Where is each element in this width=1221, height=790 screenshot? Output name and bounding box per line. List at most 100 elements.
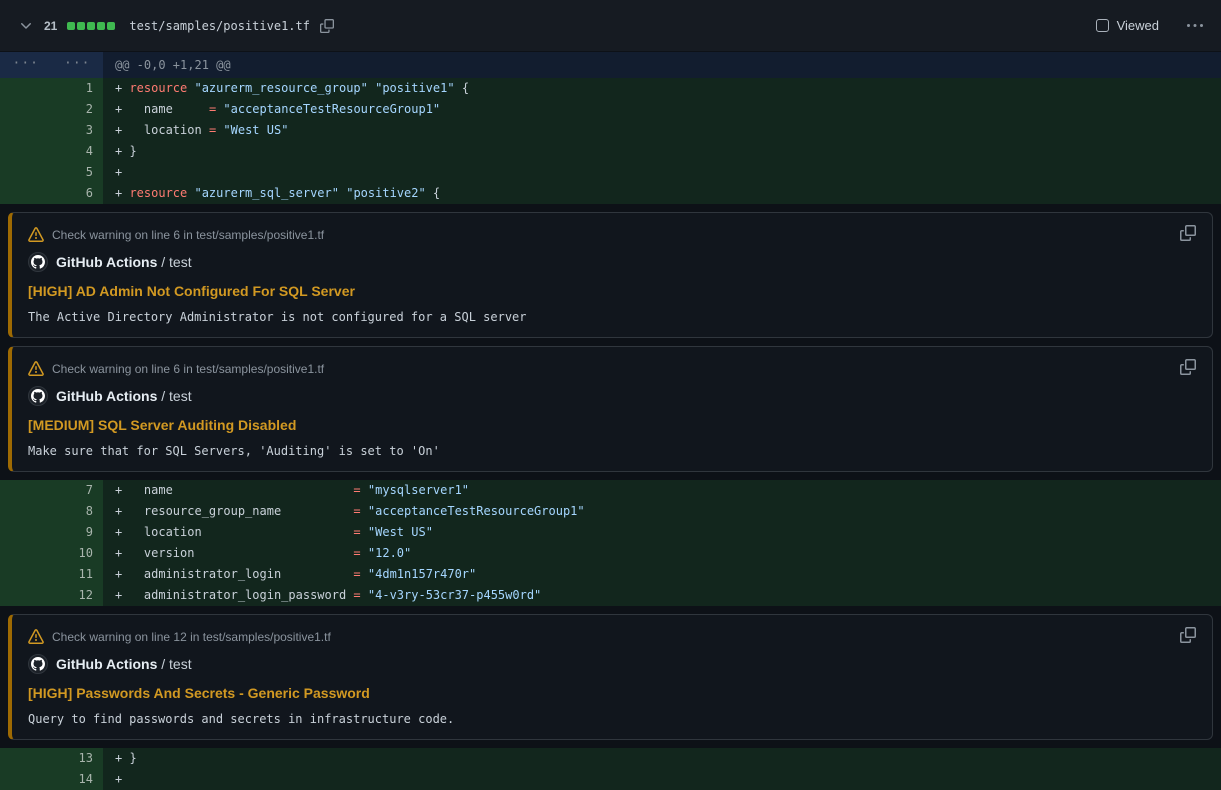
copy-annotation-button[interactable] [1180, 627, 1196, 646]
code-line: + name = "acceptanceTestResourceGroup1" [103, 99, 1221, 120]
new-line-number[interactable]: 7 [52, 480, 104, 501]
new-line-number[interactable]: 9 [52, 522, 104, 543]
viewed-toggle[interactable]: Viewed [1090, 17, 1165, 34]
code-token: = [353, 546, 360, 560]
new-line-number[interactable]: 5 [52, 162, 104, 183]
viewed-checkbox[interactable] [1096, 19, 1109, 32]
new-line-number[interactable]: 14 [52, 769, 104, 790]
code-token: "positive1" [375, 81, 454, 95]
check-annotation: Check warning on line 6 in test/samples/… [8, 212, 1213, 338]
code-token: = [353, 525, 360, 539]
code-token [361, 567, 368, 581]
code-line: + version = "12.0" [103, 543, 1221, 564]
diffstat-square [87, 22, 95, 30]
diffstat-square [77, 22, 85, 30]
code-token: "acceptanceTestResourceGroup1" [223, 102, 440, 116]
old-line-number[interactable] [0, 99, 52, 120]
annotation-header-row: Check warning on line 6 in test/samples/… [28, 225, 1196, 244]
code-token: "4dm1n157r470r" [368, 567, 476, 581]
old-line-number[interactable] [0, 183, 52, 204]
code-line: + name = "mysqlserver1" [103, 480, 1221, 501]
code-token: = [353, 567, 360, 581]
diff-marker: + [115, 102, 129, 116]
code-token [361, 546, 368, 560]
check-source-link[interactable]: GitHub Actions / test [56, 654, 192, 674]
new-line-number[interactable]: 12 [52, 585, 104, 606]
code-token: = [353, 504, 360, 518]
old-line-number[interactable] [0, 120, 52, 141]
diff-section: 7+ name = "mysqlserver1"8+ resource_grou… [0, 480, 1221, 606]
collapse-file-button[interactable] [16, 16, 36, 36]
hunk-header: ··· ··· @@ -0,0 +1,21 @@ [0, 52, 1221, 78]
github-actions-avatar [28, 654, 48, 674]
code-token: name [129, 102, 208, 116]
old-line-number[interactable] [0, 543, 52, 564]
new-line-number[interactable]: 10 [52, 543, 104, 564]
code-line: + [103, 162, 1221, 183]
old-line-number[interactable] [0, 769, 52, 790]
new-line-number[interactable]: 8 [52, 501, 104, 522]
annotation-title: [HIGH] Passwords And Secrets - Generic P… [28, 683, 1196, 703]
new-line-number[interactable]: 13 [52, 748, 104, 769]
copy-annotation-button[interactable] [1180, 225, 1196, 244]
viewed-label: Viewed [1117, 18, 1159, 33]
check-source-row: GitHub Actions / test [28, 252, 1196, 272]
old-line-number[interactable] [0, 141, 52, 162]
copy-path-button[interactable] [318, 17, 336, 35]
old-line-number[interactable] [0, 522, 52, 543]
new-line-number[interactable]: 2 [52, 99, 104, 120]
annotation-header-text: Check warning on line 12 in test/samples… [52, 629, 331, 645]
old-line-number[interactable] [0, 480, 52, 501]
diff-line: 13+ } [0, 748, 1221, 769]
diff-line: 7+ name = "mysqlserver1" [0, 480, 1221, 501]
code-token: } [129, 144, 136, 158]
diff-line: 8+ resource_group_name = "acceptanceTest… [0, 501, 1221, 522]
code-line: + location = "West US" [103, 120, 1221, 141]
code-line: + administrator_login_password = "4-v3ry… [103, 585, 1221, 606]
code-token: administrator_login_password [129, 588, 353, 602]
kebab-icon [1187, 18, 1203, 34]
warning-icon [28, 361, 44, 377]
old-line-number[interactable] [0, 748, 52, 769]
code-token [361, 504, 368, 518]
code-line: + } [103, 141, 1221, 162]
old-line-number[interactable] [0, 585, 52, 606]
diff-marker: + [115, 186, 129, 200]
check-annotation: Check warning on line 6 in test/samples/… [8, 346, 1213, 472]
code-token: = [353, 588, 360, 602]
new-line-number[interactable]: 11 [52, 564, 104, 585]
new-line-number[interactable]: 4 [52, 141, 104, 162]
diff-marker: + [115, 504, 129, 518]
expand-dots: ··· [52, 52, 104, 78]
expand-diff-button[interactable]: ··· ··· [0, 52, 103, 78]
new-line-number[interactable]: 6 [52, 183, 104, 204]
code-token: location [129, 123, 208, 137]
old-line-number[interactable] [0, 501, 52, 522]
new-line-number[interactable]: 1 [52, 78, 104, 99]
code-token: "West US" [368, 525, 433, 539]
check-annotation: Check warning on line 12 in test/samples… [8, 614, 1213, 740]
diff-marker: + [115, 772, 129, 786]
check-source-row: GitHub Actions / test [28, 386, 1196, 406]
diff-marker: + [115, 588, 129, 602]
diff-line: 4+ } [0, 141, 1221, 162]
old-line-number[interactable] [0, 564, 52, 585]
diff-marker: + [115, 483, 129, 497]
copy-annotation-button[interactable] [1180, 359, 1196, 378]
code-token [361, 483, 368, 497]
old-line-number[interactable] [0, 78, 52, 99]
code-token: { [426, 186, 440, 200]
diff-line: 2+ name = "acceptanceTestResourceGroup1" [0, 99, 1221, 120]
copy-icon [1180, 359, 1196, 378]
old-line-number[interactable] [0, 162, 52, 183]
diff-line: 10+ version = "12.0" [0, 543, 1221, 564]
code-token: "West US" [223, 123, 288, 137]
new-line-number[interactable]: 3 [52, 120, 104, 141]
annotation-header-text: Check warning on line 6 in test/samples/… [52, 361, 324, 377]
file-menu-button[interactable] [1185, 16, 1205, 36]
annotation-header-row: Check warning on line 6 in test/samples/… [28, 359, 1196, 378]
code-token: location [129, 525, 353, 539]
check-source-link[interactable]: GitHub Actions / test [56, 252, 192, 272]
chevron-down-icon [18, 18, 34, 34]
check-source-link[interactable]: GitHub Actions / test [56, 386, 192, 406]
